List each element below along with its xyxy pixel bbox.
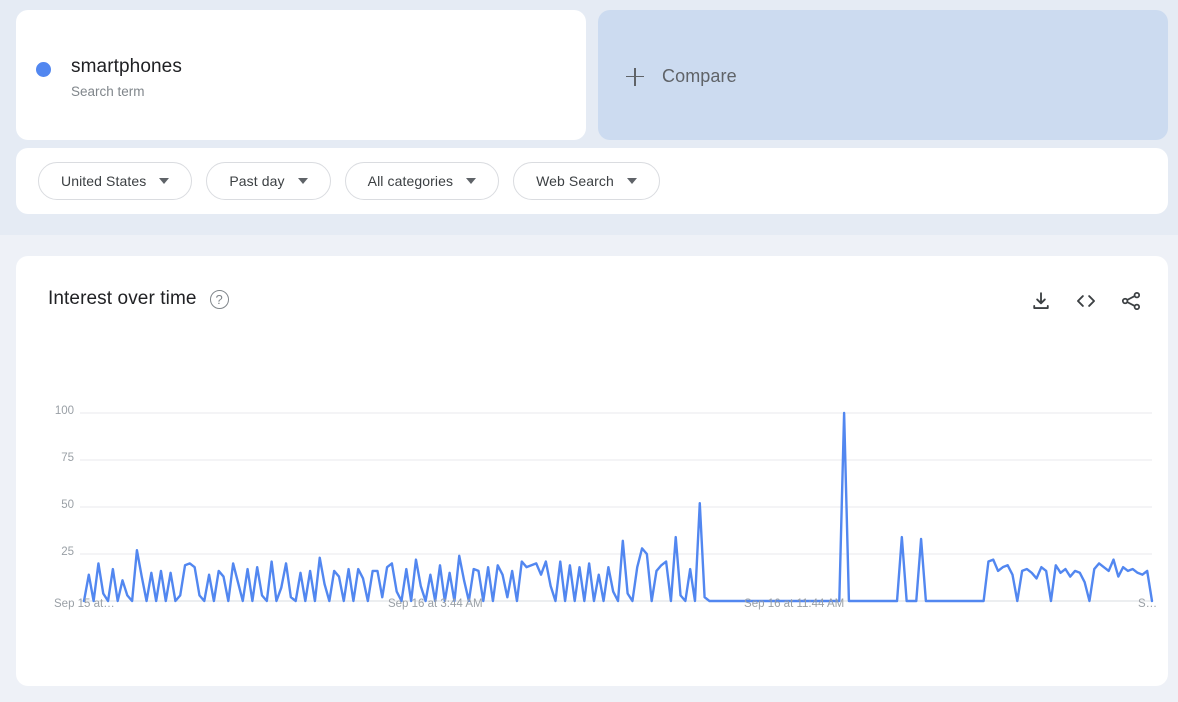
filter-location-label: United States xyxy=(61,173,147,189)
search-term-content: smartphones Search term xyxy=(36,55,182,102)
plus-icon xyxy=(626,67,644,86)
search-term-card[interactable]: smartphones Search term xyxy=(16,10,586,140)
y-axis-tick-label: 75 xyxy=(61,452,74,464)
filter-list: United States Past day All categories We… xyxy=(38,162,660,200)
chevron-down-icon xyxy=(297,178,308,184)
compare-card[interactable]: Compare xyxy=(598,10,1168,140)
chevron-down-icon xyxy=(466,178,477,184)
filter-search-type-button[interactable]: Web Search xyxy=(513,162,660,200)
filter-category-label: All categories xyxy=(367,173,454,189)
chevron-down-icon xyxy=(159,178,170,184)
x-axis-tick-label: Sep 16 at 3:44 AM xyxy=(387,598,483,610)
filter-search-type-label: Web Search xyxy=(536,173,614,189)
search-term-title: smartphones xyxy=(71,56,182,77)
interest-over-time-plot: 25 50 75 100 Sep 15 at… Sep 16 at 3:44 AM Sep … xyxy=(16,256,1168,686)
compare-content: Compare xyxy=(626,66,737,87)
search-term-subtitle: Search term xyxy=(71,84,145,99)
interest-over-time-card: Interest over time ? 25 50 75 100 Sep 15 at…… xyxy=(16,256,1168,686)
search-term-row: smartphones Search term Compare xyxy=(16,10,1168,140)
filter-time-range-label: Past day xyxy=(229,173,285,189)
chevron-down-icon xyxy=(626,178,637,184)
compare-label: Compare xyxy=(662,66,737,86)
filter-location-button[interactable]: United States xyxy=(38,162,193,200)
x-axis-tick-label: Sep 16 at 11:44 AM xyxy=(744,598,845,610)
x-axis-tick-label: Sep 15 at… xyxy=(54,598,115,610)
y-axis-tick-label: 25 xyxy=(61,546,74,558)
filter-bar: United States Past day All categories We… xyxy=(16,148,1168,214)
x-axis-tick-label: S… xyxy=(1138,598,1158,610)
filter-category-button[interactable]: All categories xyxy=(344,162,500,200)
y-axis-tick-label: 100 xyxy=(54,405,74,417)
filter-time-range-button[interactable]: Past day xyxy=(206,162,331,200)
series-color-dot xyxy=(36,62,51,77)
y-axis-tick-label: 50 xyxy=(61,499,74,511)
chart-svg xyxy=(80,411,1154,603)
